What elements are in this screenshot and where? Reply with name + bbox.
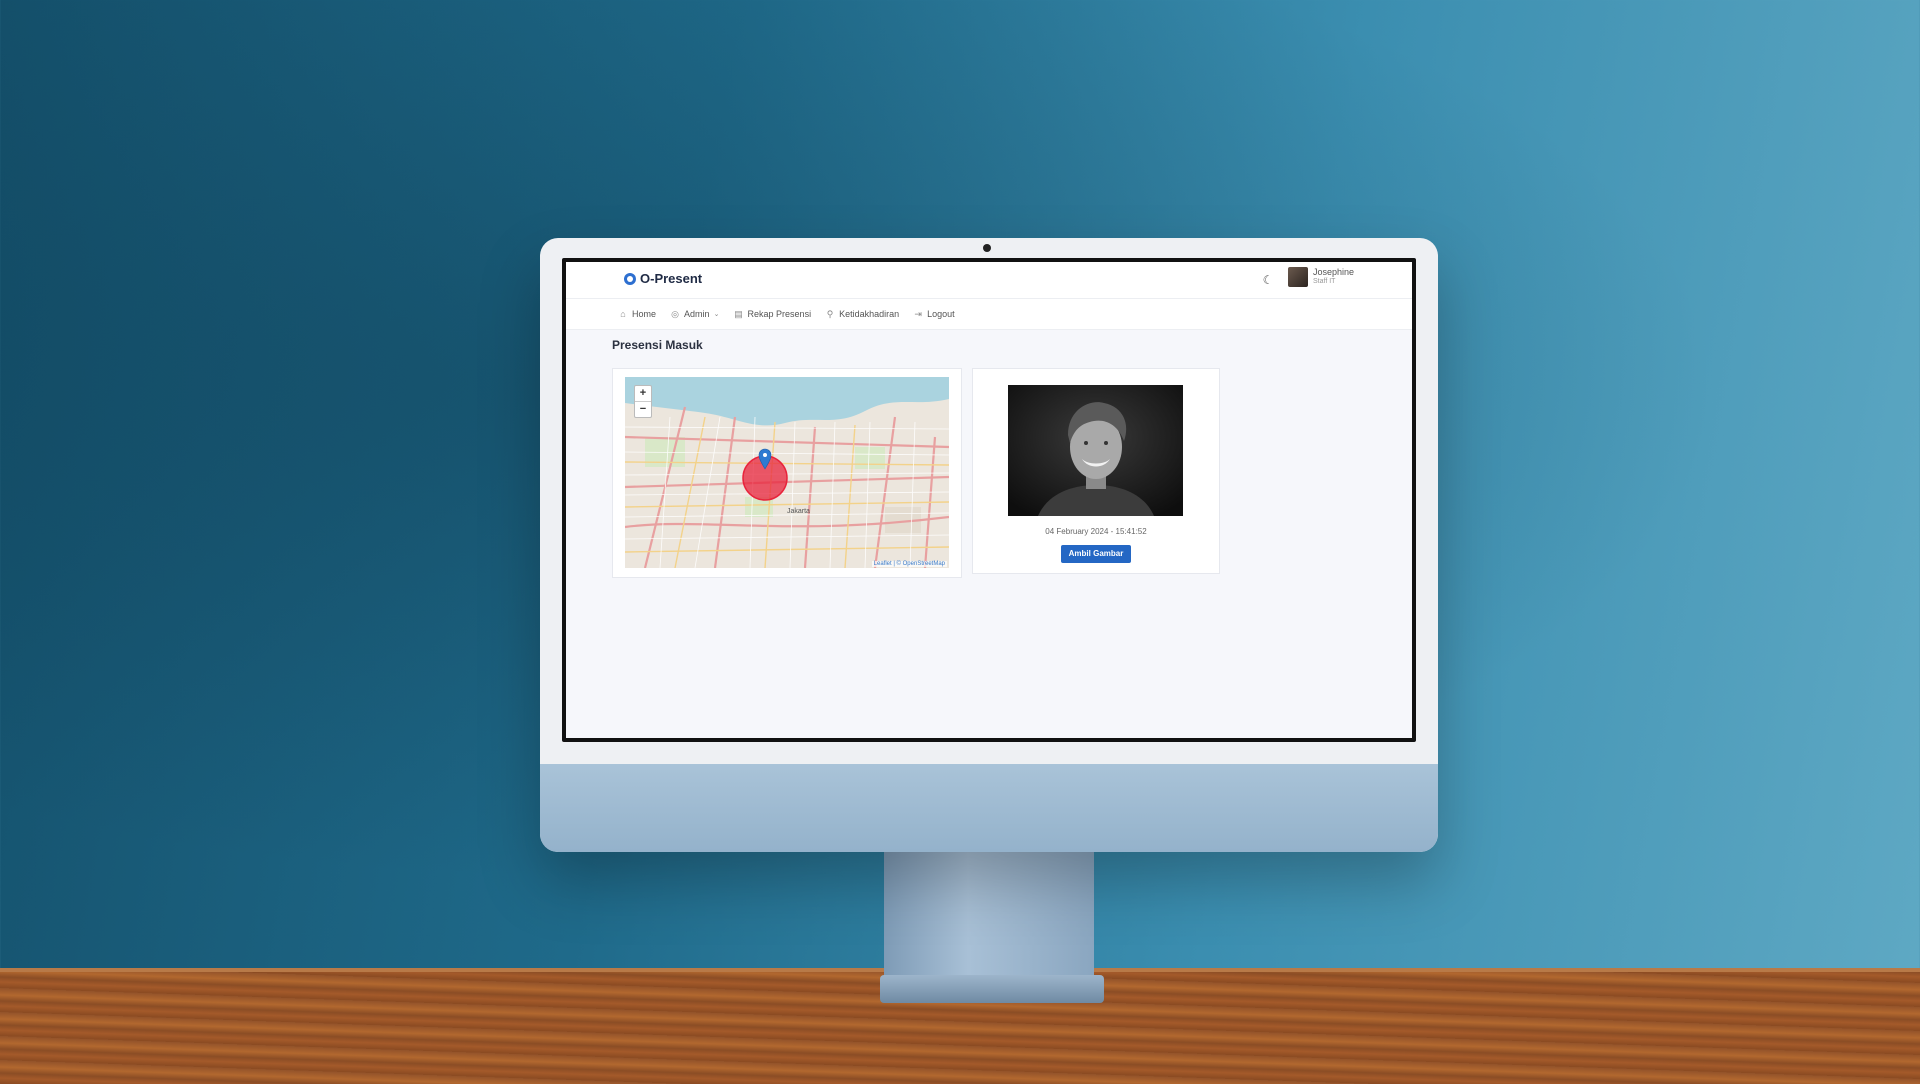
nav-label: Admin [684,309,710,319]
nav-item-ketidakhadiran[interactable]: ⚲ Ketidakhadiran [825,309,899,320]
zoom-out-button[interactable]: − [635,402,651,417]
brand[interactable]: O-Present [624,271,702,286]
zoom-controls: + − [634,385,652,418]
take-picture-button[interactable]: Ambil Gambar [1061,545,1131,563]
map-tiles: Jakarta [625,377,949,568]
home-icon: ⌂ [620,309,626,319]
nav-label: Rekap Presensi [747,309,812,319]
capture-timestamp: 04 February 2024 - 15:41:52 [1045,527,1147,536]
main-nav: ⌂ Home ◎ Admin ⌄ ▤ Rekap Presensi ⚲ Keti… [566,299,1412,330]
map-attribution[interactable]: Leaflet | © OpenStreetMap [871,561,947,567]
photo-card: 04 February 2024 - 15:41:52 Ambil Gambar [972,368,1220,574]
location-map[interactable]: Jakarta + − Leaflet | © OpenStreetMap [625,377,949,568]
monitor-stand-base [880,975,1104,1003]
person-photo-image [1008,385,1183,516]
clipboard-icon: ▤ [734,308,743,319]
app-name: O-Present [640,271,703,286]
map-card: Jakarta + − Leaflet | © OpenStreetMap [612,368,962,578]
screen-bezel: O-Present ☾ Josephine Staff IT ⌂ Home ◎ … [562,258,1416,742]
camera-dot [983,244,991,252]
captured-photo [1008,385,1183,516]
chevron-down-icon: ⌄ [713,311,720,318]
page-title: Presensi Masuk [612,338,703,352]
monitor: O-Present ☾ Josephine Staff IT ⌂ Home ◎ … [540,238,1438,852]
user-role: Staff IT [1313,278,1336,285]
monitor-chin [540,764,1438,852]
top-bar: O-Present ☾ Josephine Staff IT [566,262,1412,299]
avatar [1288,267,1308,287]
nav-label: Home [632,309,657,319]
map-city-label: Jakarta [787,508,810,515]
nav-item-home[interactable]: ⌂ Home [618,309,656,319]
user-name: Josephine [1313,267,1355,277]
nav-item-logout[interactable]: ⇥ Logout [913,308,955,320]
logout-icon: ⇥ [914,308,922,319]
nav-label: Ketidakhadiran [839,309,900,319]
logo-icon [624,272,636,285]
user-absent-icon: ⚲ [826,308,834,319]
user-menu[interactable]: Josephine Staff IT [1288,267,1354,287]
nav-item-admin[interactable]: ◎ Admin ⌄ [670,309,720,320]
app-window: O-Present ☾ Josephine Staff IT ⌂ Home ◎ … [566,262,1412,738]
moon-icon[interactable]: ☾ [1260,272,1276,288]
nav-label: Logout [927,309,955,319]
monitor-stand [884,850,1094,978]
nav-item-rekap-presensi[interactable]: ▤ Rekap Presensi [734,308,812,320]
admin-icon: ◎ [671,308,679,319]
zoom-in-button[interactable]: + [635,386,651,402]
